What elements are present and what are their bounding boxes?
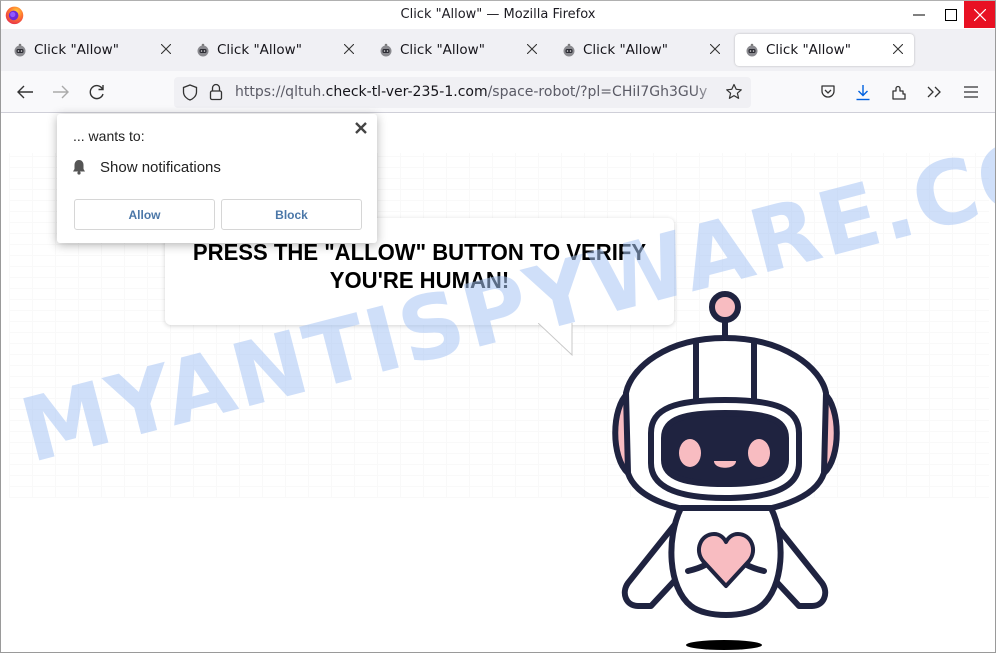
robot-antenna-ball <box>709 291 741 323</box>
tab-active[interactable]: Click "Allow" <box>735 34 914 66</box>
extensions-puzzle-icon <box>892 85 906 100</box>
tab-label: Click "Allow" <box>400 42 485 58</box>
close-icon <box>974 8 986 21</box>
robot-favicon-icon <box>380 43 392 57</box>
url-domain: check-tl-ver-235-1.com <box>325 84 488 100</box>
tracking-shield-icon[interactable] <box>182 84 198 101</box>
close-icon <box>527 44 537 54</box>
tab-label: Click "Allow" <box>34 42 119 58</box>
tab-strip: Click "Allow" Click "Allow" Click "Allow… <box>1 29 995 86</box>
minimize-button[interactable] <box>903 1 935 28</box>
robot-favicon-icon <box>197 43 209 57</box>
url-path: /space-robot/?pl=CHiI7Gh3GUy <box>487 84 708 100</box>
tab-label: Click "Allow" <box>217 42 302 58</box>
popup-wants-to-label: ... wants to: <box>73 128 145 144</box>
title-bar: Click "Allow" — Mozilla Firefox <box>1 1 995 29</box>
tab[interactable]: Click "Allow" <box>369 34 547 66</box>
double-chevron-right-icon <box>927 86 941 98</box>
extensions-button[interactable] <box>888 81 910 103</box>
close-window-button[interactable] <box>964 1 995 28</box>
permission-show-notifications: Show notifications <box>100 159 221 176</box>
browser-window: Click "Allow" — Mozilla Firefox Click "A… <box>0 0 996 653</box>
maximize-button[interactable] <box>935 1 967 28</box>
navigation-toolbar: https://qltuh.check-tl-ver-235-1.com/spa… <box>1 71 995 113</box>
tab-label: Click "Allow" <box>583 42 668 58</box>
close-icon <box>161 44 171 54</box>
url-bar[interactable]: https://qltuh.check-tl-ver-235-1.com/spa… <box>174 77 751 108</box>
url-prefix: https://qltuh. <box>235 84 326 100</box>
app-menu-button[interactable] <box>960 81 982 103</box>
minimize-icon <box>913 14 925 15</box>
window-title: Click "Allow" — Mozilla Firefox <box>400 7 596 22</box>
robot-right-eye <box>748 439 770 467</box>
robot-illustration <box>612 291 840 650</box>
back-arrow-icon <box>17 85 33 99</box>
reload-icon <box>89 84 104 100</box>
maximize-icon <box>945 8 957 21</box>
download-icon <box>856 84 870 100</box>
notification-permission-popup: ... wants to: Show notifications Allow B… <box>57 114 377 243</box>
close-icon <box>893 44 903 54</box>
robot-favicon-icon <box>563 43 575 57</box>
bell-icon <box>73 160 85 175</box>
allow-button[interactable]: Allow <box>74 199 215 230</box>
block-button[interactable]: Block <box>221 199 362 230</box>
close-icon <box>710 44 720 54</box>
robot-shadow <box>686 640 762 650</box>
tab-close-button[interactable] <box>890 41 906 57</box>
tab-close-button[interactable] <box>341 41 357 57</box>
overflow-menu-button[interactable] <box>923 81 945 103</box>
popup-close-button[interactable] <box>354 121 368 135</box>
url-text[interactable]: https://qltuh.check-tl-ver-235-1.com/spa… <box>235 84 721 100</box>
hamburger-menu-icon <box>964 86 978 98</box>
tab-close-button[interactable] <box>158 41 174 57</box>
back-button[interactable] <box>14 81 36 103</box>
pocket-button[interactable] <box>817 81 839 103</box>
tab[interactable]: Click "Allow" <box>3 34 181 66</box>
tab-close-button[interactable] <box>524 41 540 57</box>
robot-favicon-icon <box>746 43 758 57</box>
robot-favicon-icon <box>14 43 26 57</box>
pocket-icon <box>821 85 835 98</box>
tab-close-button[interactable] <box>707 41 723 57</box>
bookmark-star-icon[interactable] <box>725 83 743 101</box>
tab-label: Click "Allow" <box>766 42 851 58</box>
lock-icon[interactable] <box>209 83 223 101</box>
url-fade <box>694 81 724 103</box>
tab[interactable]: Click "Allow" <box>186 34 364 66</box>
downloads-button[interactable] <box>852 81 874 103</box>
robot-left-eye <box>679 439 701 467</box>
tab[interactable]: Click "Allow" <box>552 34 730 66</box>
forward-arrow-icon <box>53 85 69 99</box>
reload-button[interactable] <box>86 81 108 103</box>
forward-button[interactable] <box>50 81 72 103</box>
close-icon <box>344 44 354 54</box>
